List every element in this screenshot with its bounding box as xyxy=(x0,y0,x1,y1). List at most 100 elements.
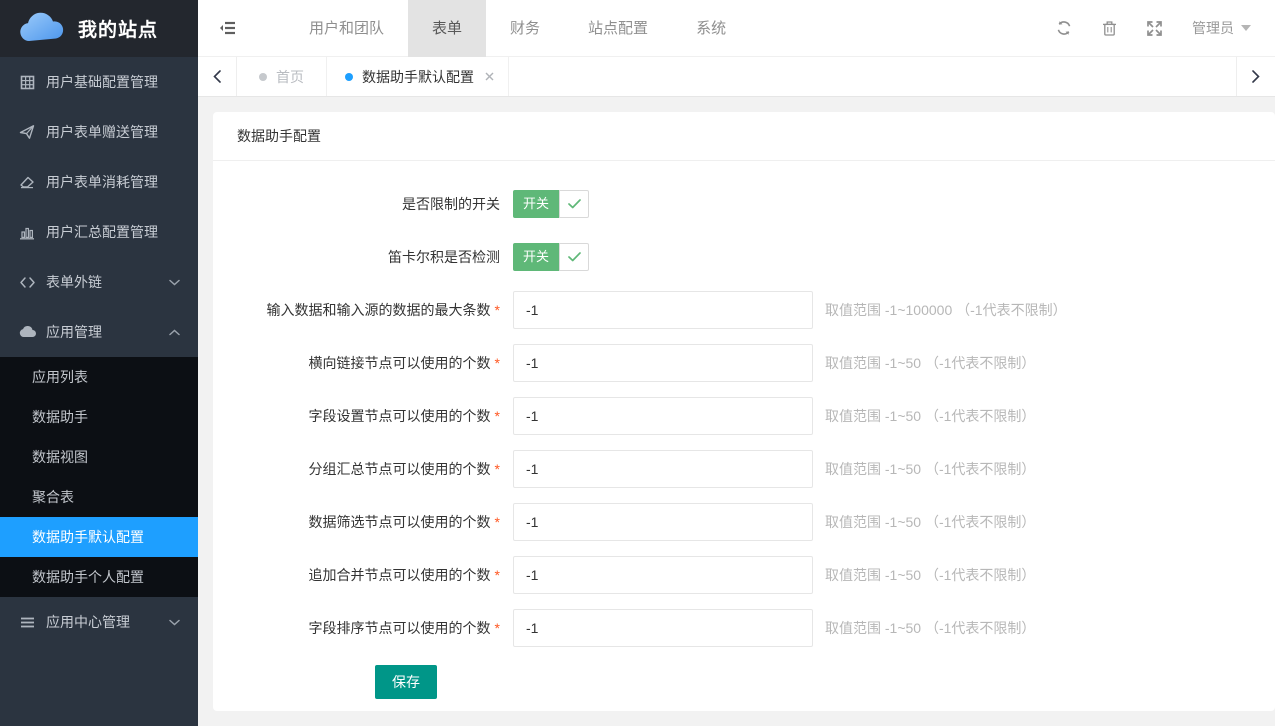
form-row-cartesian-check: 笛卡尔积是否检测 开关 xyxy=(213,238,1275,276)
cloud-logo-icon xyxy=(16,11,68,47)
eraser-icon xyxy=(18,175,36,189)
field-label: 字段排序节点可以使用的个数* xyxy=(213,618,513,638)
group-summary-nodes-field[interactable] xyxy=(513,450,813,488)
required-asterisk: * xyxy=(495,620,500,636)
submenu-label: 数据助手个人配置 xyxy=(32,567,144,587)
close-icon[interactable] xyxy=(485,72,494,81)
sidebar-item-label: 用户表单消耗管理 xyxy=(46,172,158,192)
sidebar-item-user-form-gift[interactable]: 用户表单赠送管理 xyxy=(0,107,198,157)
cloud-icon xyxy=(18,326,36,338)
required-asterisk: * xyxy=(495,567,500,583)
field-label: 是否限制的开关 xyxy=(213,194,513,214)
form-row-max-input-records: 输入数据和输入源的数据的最大条数* 取值范围 -1~100000 （-1代表不限… xyxy=(213,291,1275,329)
form-row-limit-switch: 是否限制的开关 开关 xyxy=(213,185,1275,223)
trash-icon[interactable] xyxy=(1102,20,1117,36)
form-row-horizontal-link-nodes: 横向链接节点可以使用的个数* 取值范围 -1~50 （-1代表不限制） xyxy=(213,344,1275,382)
topnav-system[interactable]: 系统 xyxy=(672,0,750,57)
chevron-down-icon xyxy=(169,619,180,626)
form-row-field-setting-nodes: 字段设置节点可以使用的个数* 取值范围 -1~50 （-1代表不限制） xyxy=(213,397,1275,435)
tab-dot-icon xyxy=(259,73,267,81)
save-button[interactable]: 保存 xyxy=(375,665,437,699)
sidebar-collapse-button[interactable] xyxy=(198,0,257,57)
sidebar-item-label: 应用管理 xyxy=(46,322,102,342)
sidebar-item-label: 表单外链 xyxy=(46,272,102,292)
submenu-label: 数据助手默认配置 xyxy=(32,527,144,547)
max-input-records-field[interactable] xyxy=(513,291,813,329)
required-asterisk: * xyxy=(495,408,500,424)
field-sort-nodes-field[interactable] xyxy=(513,609,813,647)
tabs-scroll-right-button[interactable] xyxy=(1236,57,1275,96)
topnav-users-teams[interactable]: 用户和团队 xyxy=(285,0,408,57)
fullscreen-icon[interactable] xyxy=(1147,21,1162,36)
chevron-up-icon xyxy=(169,329,180,336)
append-merge-nodes-field[interactable] xyxy=(513,556,813,594)
sidebar-item-label: 用户表单赠送管理 xyxy=(46,122,158,142)
top-header: 用户和团队 表单 财务 站点配置 系统 管理员 xyxy=(198,0,1275,57)
refresh-icon[interactable] xyxy=(1056,20,1072,36)
site-logo: 我的站点 xyxy=(0,0,198,57)
cartesian-check-toggle[interactable]: 开关 xyxy=(513,243,589,271)
tabbar-spacer xyxy=(509,57,1236,96)
tabs-scroll-left-button[interactable] xyxy=(198,57,237,96)
field-label: 字段设置节点可以使用的个数* xyxy=(213,406,513,426)
field-hint: 取值范围 -1~50 （-1代表不限制） xyxy=(825,565,1035,585)
caret-down-icon xyxy=(1241,25,1251,31)
tab-home[interactable]: 首页 xyxy=(237,57,327,96)
sidebar-subitem-data-assistant-personal-config[interactable]: 数据助手个人配置 xyxy=(0,557,198,597)
sidebar-item-user-summary-config[interactable]: 用户汇总配置管理 xyxy=(0,207,198,257)
submenu-label: 聚合表 xyxy=(32,487,74,507)
field-hint: 取值范围 -1~100000 （-1代表不限制） xyxy=(825,300,1067,320)
sidebar-subitem-data-assistant-default-config[interactable]: 数据助手默认配置 xyxy=(0,517,198,557)
field-hint: 取值范围 -1~50 （-1代表不限制） xyxy=(825,459,1035,479)
content-area: 数据助手配置 是否限制的开关 开关 笛卡尔积是否检测 xyxy=(198,97,1275,726)
sidebar-subitem-data-view[interactable]: 数据视图 xyxy=(0,437,198,477)
app-management-submenu: 应用列表 数据助手 数据视图 聚合表 数据助手默认配置 数据助手个人配置 xyxy=(0,357,198,597)
chevron-down-icon xyxy=(169,279,180,286)
submenu-label: 数据助手 xyxy=(32,407,88,427)
switch-on-label: 开关 xyxy=(513,243,559,271)
sidebar-item-app-center-management[interactable]: 应用中心管理 xyxy=(0,597,198,647)
submenu-label: 应用列表 xyxy=(32,367,88,387)
field-hint: 取值范围 -1~50 （-1代表不限制） xyxy=(825,353,1035,373)
required-asterisk: * xyxy=(495,514,500,530)
config-form: 是否限制的开关 开关 笛卡尔积是否检测 开关 xyxy=(213,161,1275,699)
sidebar-subitem-aggregate-table[interactable]: 聚合表 xyxy=(0,477,198,517)
sidebar-subitem-app-list[interactable]: 应用列表 xyxy=(0,357,198,397)
header-actions: 管理员 xyxy=(1056,18,1275,38)
limit-switch-toggle[interactable]: 开关 xyxy=(513,190,589,218)
user-menu[interactable]: 管理员 xyxy=(1192,18,1251,38)
menu-fold-icon xyxy=(219,21,236,35)
field-hint: 取值范围 -1~50 （-1代表不限制） xyxy=(825,618,1035,638)
required-asterisk: * xyxy=(495,302,500,318)
panel-title: 数据助手配置 xyxy=(213,112,1275,161)
sidebar-item-user-form-consume[interactable]: 用户表单消耗管理 xyxy=(0,157,198,207)
sidebar-item-label: 用户汇总配置管理 xyxy=(46,222,158,242)
sidebar-subitem-data-assistant[interactable]: 数据助手 xyxy=(0,397,198,437)
link-icon xyxy=(18,276,36,289)
bar-chart-icon xyxy=(18,225,36,240)
sidebar-item-form-external-link[interactable]: 表单外链 xyxy=(0,257,198,307)
field-label: 横向链接节点可以使用的个数* xyxy=(213,353,513,373)
tab-label: 首页 xyxy=(276,67,304,87)
field-setting-nodes-field[interactable] xyxy=(513,397,813,435)
topnav-forms[interactable]: 表单 xyxy=(408,0,486,57)
topnav-finance[interactable]: 财务 xyxy=(486,0,564,57)
check-icon xyxy=(559,243,589,271)
data-filter-nodes-field[interactable] xyxy=(513,503,813,541)
site-title: 我的站点 xyxy=(78,15,158,42)
tab-label: 数据助手默认配置 xyxy=(362,67,474,87)
sidebar-item-user-base-config[interactable]: 用户基础配置管理 xyxy=(0,57,198,107)
list-icon xyxy=(18,617,36,628)
sidebar-item-app-management[interactable]: 应用管理 xyxy=(0,307,198,357)
field-label: 分组汇总节点可以使用的个数* xyxy=(213,459,513,479)
sidebar-item-label: 应用中心管理 xyxy=(46,612,130,632)
horizontal-link-nodes-field[interactable] xyxy=(513,344,813,382)
field-label: 追加合并节点可以使用的个数* xyxy=(213,565,513,585)
field-hint: 取值范围 -1~50 （-1代表不限制） xyxy=(825,406,1035,426)
tab-data-assistant-default-config[interactable]: 数据助手默认配置 xyxy=(327,57,509,96)
topnav-site-config[interactable]: 站点配置 xyxy=(564,0,672,57)
config-panel: 数据助手配置 是否限制的开关 开关 笛卡尔积是否检测 xyxy=(213,112,1275,711)
main-area: 用户和团队 表单 财务 站点配置 系统 管理员 xyxy=(198,0,1275,726)
app-window: 我的站点 用户基础配置管理 用户表单赠送管理 用户表单消耗管理 用户汇总配置管理 xyxy=(0,0,1275,726)
top-navigation: 用户和团队 表单 财务 站点配置 系统 xyxy=(285,0,750,57)
